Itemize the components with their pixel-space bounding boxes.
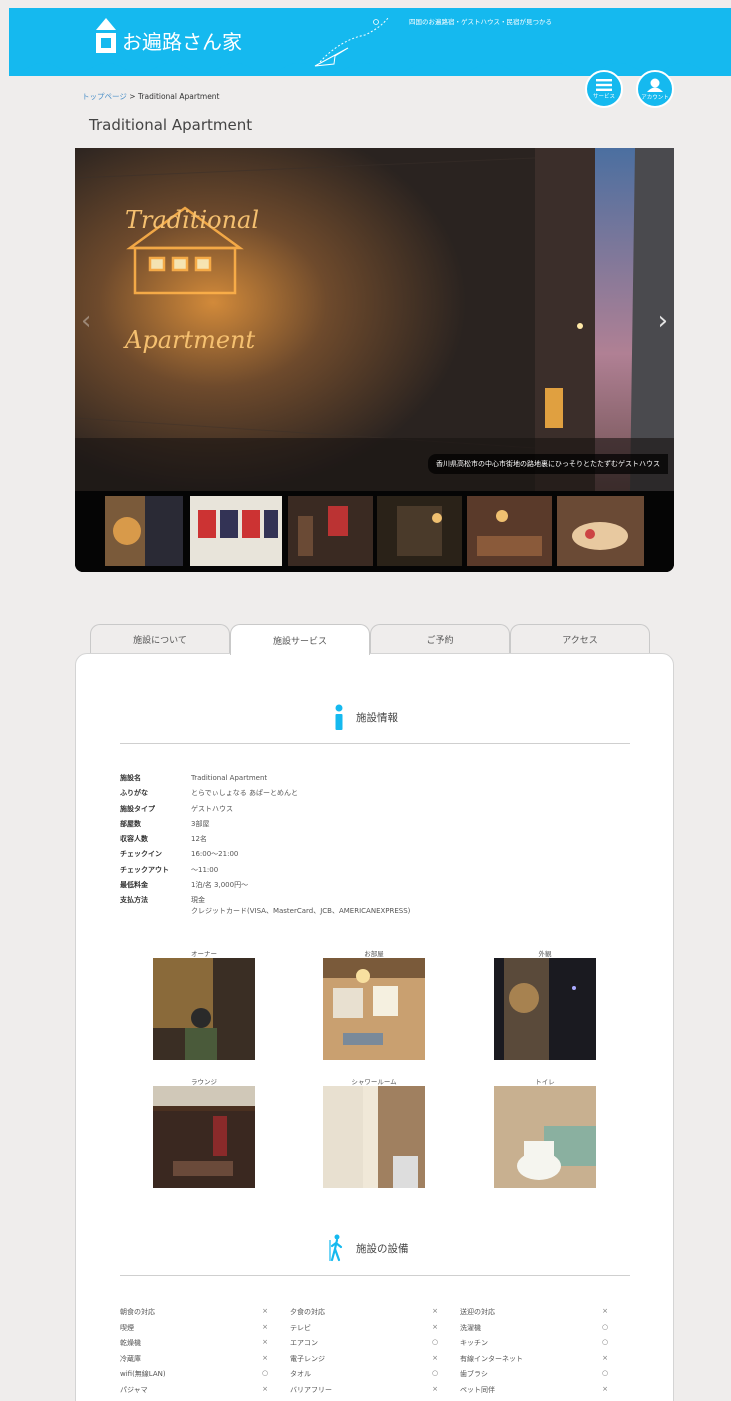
- photo-room-image: [323, 958, 425, 1060]
- thumbnail-strip: [75, 491, 674, 572]
- info-row: 支払方法 現金 クレジットカード(VISA、MasterCard、JCB、AMER…: [120, 896, 411, 916]
- facility-info-title: 施設情報: [356, 711, 398, 724]
- tab-services[interactable]: 施設サービス: [230, 624, 370, 655]
- slide-caption: 香川県高松市の中心市街地の路地裏にひっそりとたたずむゲストハウス: [428, 454, 668, 474]
- service-button-label: サービス: [592, 93, 615, 100]
- tab-about[interactable]: 施設について: [90, 624, 230, 654]
- photo-exterior-image: [494, 958, 596, 1060]
- equipment-table: 朝食の対応 × 夕食の対応 × 送迎の対応 × 喫煙 × テレビ × 洗濯機 ○ 乾燥機 × …: [120, 1307, 630, 1400]
- menu-icon: [596, 78, 612, 91]
- equipment-row: パジャマ × バリアフリー × ペット同伴 ×: [120, 1384, 608, 1394]
- photo-exterior[interactable]: 外観: [494, 948, 596, 1064]
- user-icon: [647, 78, 663, 92]
- photo-shower-room[interactable]: シャワールーム: [323, 1076, 425, 1192]
- sign-text-apartment: Apartment: [123, 326, 256, 354]
- photo-owner-image: [153, 958, 255, 1060]
- page-title: Traditional Apartment: [89, 116, 253, 134]
- info-row: 収容人数 12名: [120, 835, 207, 844]
- slider-next-button[interactable]: ›: [658, 306, 668, 336]
- logo-text: お遍路さん家: [122, 30, 242, 54]
- services-panel: 施設情報 施設名 Traditional Apartment ふりがな とらでぃしょ…: [75, 653, 674, 1401]
- facility-info-table: 施設名 Traditional Apartment ふりがな とらでぃしょなる あぱ…: [120, 773, 410, 919]
- info-row: 施設タイプ ゲストハウス: [120, 804, 233, 813]
- thumbnail-exterior[interactable]: [105, 496, 183, 566]
- breadcrumb-home-link[interactable]: トップページ: [82, 92, 127, 101]
- sign-text-traditional: Traditional: [125, 206, 259, 234]
- equipment-heading: 施設の設備: [120, 1214, 630, 1276]
- breadcrumb: トップページ > Traditional Apartment: [82, 91, 220, 102]
- photo-owner[interactable]: オーナー: [153, 948, 255, 1064]
- site-logo[interactable]: お遍路さん家: [94, 18, 242, 54]
- photo-lounge-image: [153, 1086, 255, 1188]
- photo-room[interactable]: お部屋: [323, 948, 425, 1064]
- slider-prev-button[interactable]: ‹: [81, 306, 91, 336]
- paper-plane-icon: [314, 17, 389, 67]
- thumbnail-interior-2[interactable]: [377, 496, 462, 566]
- facility-tabs: 施設について 施設サービス ご予約 アクセス: [90, 624, 650, 655]
- account-button[interactable]: アカウント: [636, 70, 674, 108]
- info-icon: [335, 704, 343, 730]
- pilgrim-walker-icon: [329, 1234, 343, 1262]
- info-row: 部屋数 3部屋: [120, 819, 210, 828]
- tab-reservation[interactable]: ご予約: [370, 624, 510, 654]
- breadcrumb-current: Traditional Apartment: [137, 92, 220, 101]
- breadcrumb-separator: >: [129, 92, 136, 101]
- thumbnail-cards[interactable]: [190, 496, 282, 566]
- thumbnail-food[interactable]: [557, 496, 644, 566]
- tab-access[interactable]: アクセス: [510, 624, 650, 654]
- equipment-row: 喫煙 × テレビ × 洗濯機 ○: [120, 1322, 609, 1332]
- photo-lounge[interactable]: ラウンジ: [153, 1076, 255, 1192]
- info-row: チェックイン 16:00～21:00: [120, 850, 239, 859]
- info-row: 最低料金 1泊/名 3,000円～: [120, 881, 249, 890]
- service-menu-button[interactable]: サービス: [585, 70, 623, 108]
- thumbnail-lounge[interactable]: [467, 496, 552, 566]
- photo-toilet[interactable]: トイレ: [494, 1076, 596, 1192]
- header-tagline: 四国のお遍路宿・ゲストハウス・民宿が見つかる: [409, 18, 552, 26]
- equipment-row: 乾燥機 × エアコン ○ キッチン ○: [120, 1338, 609, 1347]
- photo-slider: Traditional Apartment ‹ › 香川県高松市の中心市街地の路…: [75, 148, 674, 572]
- equipment-title: 施設の設備: [356, 1242, 409, 1255]
- info-row: 施設名 Traditional Apartment: [120, 774, 268, 782]
- equipment-row: 冷蔵庫 × 電子レンジ × 有線インターネット ×: [120, 1353, 608, 1363]
- thumbnail-interior-1[interactable]: [288, 496, 373, 566]
- equipment-row: 朝食の対応 × 夕食の対応 × 送迎の対応 ×: [120, 1307, 608, 1316]
- house-icon: [96, 18, 116, 53]
- photo-shower-room-image: [323, 1086, 425, 1188]
- info-row: チェックアウト ～11:00: [120, 865, 219, 874]
- facility-info-heading: 施設情報: [120, 654, 630, 744]
- slide-image-exterior-sign: Traditional Apartment: [75, 148, 674, 491]
- account-button-label: アカウント: [641, 94, 669, 101]
- equipment-row: wifi(無線LAN) ○ タオル ○ 歯ブラシ ○: [120, 1369, 609, 1378]
- info-row: ふりがな とらでぃしょなる あぱーとめんと: [120, 789, 299, 798]
- photo-toilet-image: [494, 1086, 596, 1188]
